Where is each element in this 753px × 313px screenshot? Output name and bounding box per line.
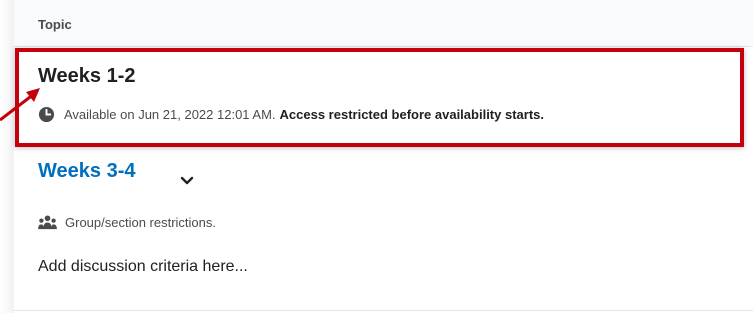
header-topic-label: Topic — [38, 17, 72, 32]
row-divider — [14, 310, 753, 311]
group-restriction-line: Group/section restrictions. — [38, 215, 216, 230]
panel-shadow — [0, 0, 14, 313]
topic-link-weeks-3-4[interactable]: Weeks 3-4 — [38, 160, 135, 183]
topic-description: Add discussion criteria here... — [38, 258, 248, 275]
table-header: Topic — [14, 0, 753, 47]
annotation-arrow — [0, 88, 40, 122]
chevron-down-icon[interactable] — [180, 176, 194, 186]
group-restriction-text: Group/section restrictions. — [65, 215, 217, 230]
group-icon — [38, 215, 57, 230]
highlight-box — [15, 48, 744, 147]
